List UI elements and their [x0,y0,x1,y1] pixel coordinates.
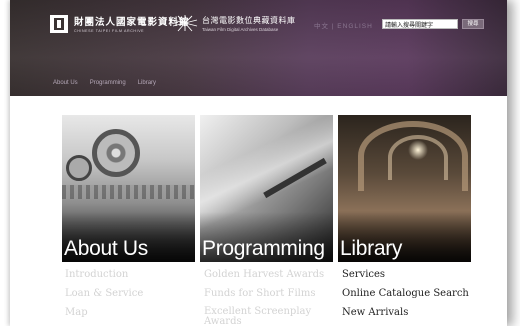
nav-item-about-us[interactable]: About Us [53,80,78,86]
link-funds-short-films[interactable]: Funds for Short Films [204,284,337,303]
library-links: Services Online Catalogue Search New Arr… [342,265,475,322]
link-map[interactable]: Map [65,303,198,322]
programming-panel[interactable]: Programming [200,115,333,262]
film-reel-small-image [66,155,92,181]
archive-logo[interactable]: 財團法人國家電影資料館 CHINESE TAIPEI FILM ARCHIVE [50,14,190,33]
top-nav: About Us Programming Library [53,80,156,86]
link-excellent-screenplay-awards[interactable]: Excellent Screenplay Awards [204,307,337,326]
film-strip-image [62,185,195,199]
library-heading[interactable]: Library [340,237,402,261]
link-online-catalogue-search[interactable]: Online Catalogue Search [342,284,475,303]
page-frame: 財團法人國家電影資料館 CHINESE TAIPEI FILM ARCHIVE [10,0,507,326]
link-new-arrivals[interactable]: New Arrivals [342,303,475,322]
programming-heading[interactable]: Programming [202,237,325,261]
digital-archives-name-english: Taiwan Film Digital Archives Database [202,26,279,32]
film-frame-icon [50,14,68,33]
tunnel-light-image [408,140,428,160]
link-loan-service[interactable]: Loan & Service [65,284,198,303]
nav-item-programming[interactable]: Programming [90,80,126,86]
programming-links: Golden Harvest Awards Funds for Short Fi… [204,265,337,326]
nav-item-library[interactable]: Library [138,80,156,86]
starburst-logo-icon [172,15,198,32]
link-golden-harvest-awards[interactable]: Golden Harvest Awards [204,265,337,284]
about-us-links: Introduction Loan & Service Map [65,265,198,322]
digital-archives-logo-text: 台灣電影數位典藏資料庫 Taiwan Film Digital Archives… [202,15,296,32]
digital-archives-logo[interactable]: 台灣電影數位典藏資料庫 Taiwan Film Digital Archives… [172,14,296,32]
link-services[interactable]: Services [342,265,475,284]
film-reel-image [92,129,140,177]
library-panel[interactable]: Library [338,115,471,262]
search-button[interactable]: 搜尋 [462,19,484,29]
site-header: 財團法人國家電影資料館 CHINESE TAIPEI FILM ARCHIVE [10,0,507,96]
digital-archives-name-chinese: 台灣電影數位典藏資料庫 [202,15,296,25]
language-switch[interactable]: 中文 | ENGLISH [314,20,373,30]
about-us-panel[interactable]: About Us [62,115,195,262]
link-introduction[interactable]: Introduction [65,265,198,284]
about-us-heading[interactable]: About Us [64,237,148,261]
search-input[interactable] [382,19,458,29]
